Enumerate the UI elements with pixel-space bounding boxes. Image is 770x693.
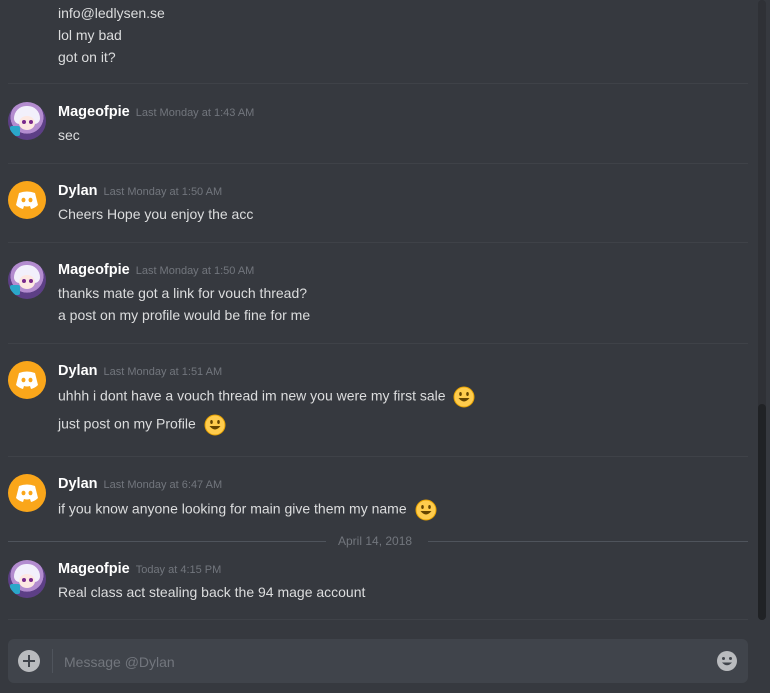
date-divider-label: April 14, 2018 bbox=[338, 534, 413, 548]
avatar[interactable] bbox=[8, 474, 46, 512]
username[interactable]: Dylan bbox=[58, 476, 98, 492]
timestamp: Last Monday at 1:51 AM bbox=[103, 366, 223, 378]
username[interactable]: Mageofpie bbox=[58, 104, 130, 120]
username[interactable]: Dylan bbox=[58, 363, 98, 379]
plus-icon bbox=[23, 655, 35, 667]
avatar[interactable] bbox=[8, 102, 46, 140]
message-composer bbox=[8, 639, 748, 683]
discord-logo-icon bbox=[16, 371, 38, 389]
message-separator bbox=[8, 455, 748, 457]
timestamp: Last Monday at 1:50 AM bbox=[103, 186, 223, 198]
composer-divider bbox=[52, 649, 53, 673]
message-list: info@ledlysen.se lol my bad got on it? M… bbox=[0, 0, 770, 630]
discord-logo-icon bbox=[16, 484, 38, 502]
timestamp: Last Monday at 1:50 AM bbox=[135, 265, 255, 277]
scrollbar-thumb[interactable] bbox=[758, 404, 766, 620]
message-line: if you know anyone looking for main give… bbox=[58, 500, 407, 517]
username[interactable]: Mageofpie bbox=[58, 262, 130, 278]
message-line: a post on my profile would be fine for m… bbox=[58, 307, 311, 323]
smiley-face-icon[interactable] bbox=[716, 650, 738, 672]
timestamp: Last Monday at 6:47 AM bbox=[103, 479, 223, 491]
message-separator bbox=[8, 241, 748, 243]
smiley-emoji-icon bbox=[415, 499, 437, 521]
timestamp: Today at 4:15 PM bbox=[135, 564, 222, 576]
message-separator bbox=[8, 618, 748, 620]
message-line: just post on my Profile bbox=[58, 415, 196, 432]
message-line: sec bbox=[58, 127, 80, 143]
message-line: thanks mate got a link for vouch thread? bbox=[58, 285, 308, 301]
timestamp: Last Monday at 1:43 AM bbox=[135, 107, 255, 119]
avatar[interactable] bbox=[8, 560, 46, 598]
avatar[interactable] bbox=[8, 261, 46, 299]
message-line: got on it? bbox=[58, 49, 116, 65]
username[interactable]: Dylan bbox=[58, 183, 98, 199]
message-line: info@ledlysen.se bbox=[58, 5, 165, 21]
message-line: Cheers Hope you enjoy the acc bbox=[58, 206, 254, 222]
discord-logo-icon bbox=[16, 191, 38, 209]
plus-circle-icon[interactable] bbox=[18, 650, 40, 672]
smiley-emoji-icon bbox=[453, 386, 475, 408]
message-separator bbox=[8, 82, 748, 84]
message-input[interactable] bbox=[62, 649, 706, 675]
message-separator bbox=[8, 342, 748, 344]
smiley-emoji-icon bbox=[204, 414, 226, 436]
message-separator bbox=[8, 162, 748, 164]
username[interactable]: Mageofpie bbox=[58, 561, 130, 577]
message-line: lol my bad bbox=[58, 27, 122, 43]
avatar[interactable] bbox=[8, 361, 46, 399]
date-divider: April 14, 2018 bbox=[8, 534, 748, 548]
avatar[interactable] bbox=[8, 181, 46, 219]
message-line: uhhh i dont have a vouch thread im new y… bbox=[58, 387, 446, 404]
message-line: Real class act stealing back the 94 mage… bbox=[58, 584, 366, 600]
